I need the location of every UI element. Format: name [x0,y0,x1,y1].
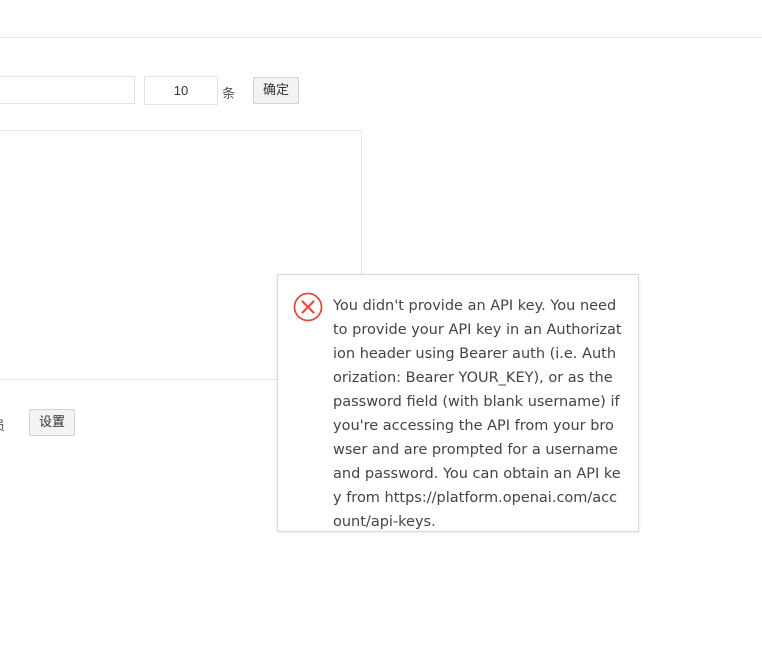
count-input[interactable] [144,76,218,105]
settings-button[interactable]: 设置 [29,409,75,436]
confirm-button[interactable]: 确定 [253,77,299,104]
search-input[interactable] [0,76,135,104]
error-message: You didn't provide an API key. You need … [333,298,622,530]
count-unit-label: 条 [222,87,236,102]
close-circle-icon [293,292,323,322]
header-divider [0,37,762,38]
section-divider [0,379,280,380]
page: 条 确定 员 设置 You didn't provide an API key.… [0,0,762,658]
role-label: 员 [0,415,5,434]
error-dialog: You didn't provide an API key. You need … [277,274,639,532]
